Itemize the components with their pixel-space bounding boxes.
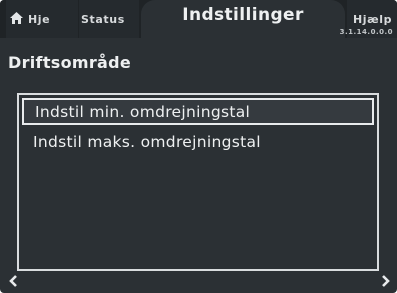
tab-status-label: Status	[81, 12, 125, 26]
home-icon	[10, 11, 23, 27]
menu-item-min-speed[interactable]: Indstil min. omdrejningstal	[22, 98, 374, 125]
chevron-left-icon[interactable]	[8, 275, 18, 291]
menu-item-label: Indstil min. omdrejningstal	[35, 102, 251, 121]
tab-home[interactable]: Hje	[6, 0, 78, 38]
version-label: 3.1.14.0.0.0	[339, 28, 393, 36]
tab-settings-label: Indstillinger	[182, 5, 304, 25]
tab-status[interactable]: Status	[79, 0, 139, 38]
chevron-right-icon[interactable]	[381, 275, 391, 291]
page-title: Driftsområde	[8, 53, 132, 72]
tab-settings[interactable]: Indstillinger	[141, 0, 345, 38]
menu-list: Indstil min. omdrejningstal Indstil maks…	[17, 93, 379, 271]
menu-item-label: Indstil maks. omdrejningstal	[33, 132, 261, 151]
tab-help-label: Hjælp	[353, 12, 393, 26]
device-screen: Hje Status Indstillinger Hjælp 3.1.14.0.…	[0, 0, 397, 293]
menu-item-max-speed[interactable]: Indstil maks. omdrejningstal	[22, 128, 374, 155]
tab-home-label: Hje	[28, 12, 51, 26]
tab-bar: Hje Status Indstillinger Hjælp	[0, 0, 397, 38]
